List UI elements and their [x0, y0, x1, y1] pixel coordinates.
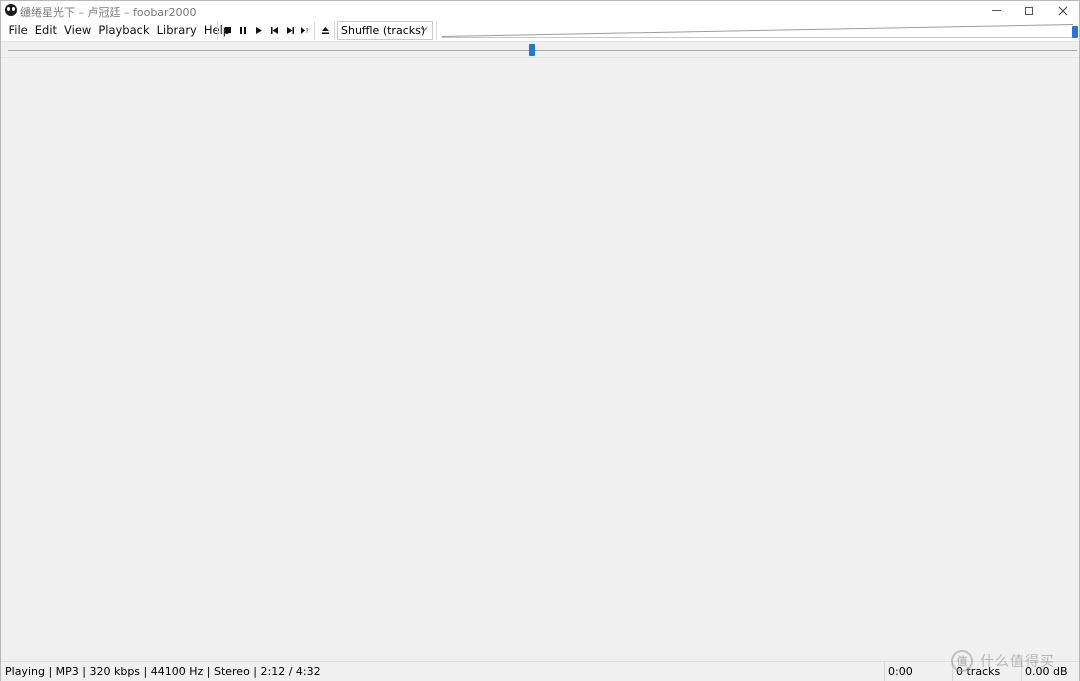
status-bar: Playing | MP3 | 320 kbps | 44100 Hz | St…: [1, 661, 1079, 681]
seekbar-track: [8, 50, 1077, 51]
playback-order-select[interactable]: Shuffle (tracks): [337, 21, 433, 40]
svg-text:?: ?: [305, 28, 308, 34]
window-title: 缱绻星光下 – 卢冠廷 – foobar2000: [20, 6, 197, 19]
minimize-button[interactable]: [979, 1, 1013, 20]
menu-bar: File Edit View Playback Library Help: [5, 20, 234, 41]
volume-slider[interactable]: [442, 23, 1078, 39]
play-icon: [256, 26, 262, 34]
status-volume-db: 0.00 dB: [1021, 662, 1079, 681]
next-button[interactable]: [283, 23, 297, 37]
toolbar-separator: [217, 22, 218, 40]
main-window: 缱绻星光下 – 卢冠廷 – foobar2000 File Edit View …: [0, 0, 1080, 681]
menu-edit[interactable]: Edit: [31, 20, 60, 41]
previous-button[interactable]: [267, 23, 281, 37]
random-icon: ?: [300, 26, 308, 34]
menu-file[interactable]: File: [5, 20, 31, 41]
foobar-app-icon: [5, 4, 17, 16]
status-track-count: 0 tracks: [952, 662, 1020, 681]
minimize-icon: [991, 10, 1001, 11]
close-icon: [1058, 6, 1068, 15]
menu-playback[interactable]: Playback: [95, 20, 153, 41]
volume-track: [442, 24, 1074, 38]
toolbar: File Edit View Playback Library Help ?: [1, 20, 1079, 41]
menu-view[interactable]: View: [61, 20, 95, 41]
open-button[interactable]: [318, 23, 332, 37]
volume-thumb[interactable]: [1072, 26, 1078, 38]
seekbar-thumb[interactable]: [528, 44, 535, 56]
pause-icon: [240, 26, 246, 34]
toolbar-separator: [334, 22, 335, 40]
pause-button[interactable]: [236, 23, 250, 37]
menu-library[interactable]: Library: [153, 20, 200, 41]
title-bar: 缱绻星光下 – 卢冠廷 – foobar2000: [1, 1, 1079, 20]
toolbar-separator: [314, 22, 315, 40]
status-selection-length: 0:00: [884, 662, 952, 681]
stop-icon: [225, 27, 231, 33]
seekbar[interactable]: [1, 41, 1079, 58]
random-button[interactable]: ?: [298, 23, 312, 37]
play-button[interactable]: [252, 23, 266, 37]
toolbar-separator: [436, 22, 437, 40]
stop-button[interactable]: [221, 23, 235, 37]
previous-icon: [270, 26, 278, 34]
close-button[interactable]: [1046, 1, 1080, 20]
next-icon: [286, 26, 294, 34]
chevron-down-icon: [420, 27, 428, 32]
status-playback-info: Playing | MP3 | 320 kbps | 44100 Hz | St…: [5, 665, 321, 678]
maximize-button[interactable]: [1012, 1, 1046, 20]
maximize-icon: [1025, 6, 1033, 15]
main-content-area: [1, 59, 1079, 660]
playback-order-value: Shuffle (tracks): [341, 24, 426, 37]
eject-icon: [321, 26, 329, 34]
